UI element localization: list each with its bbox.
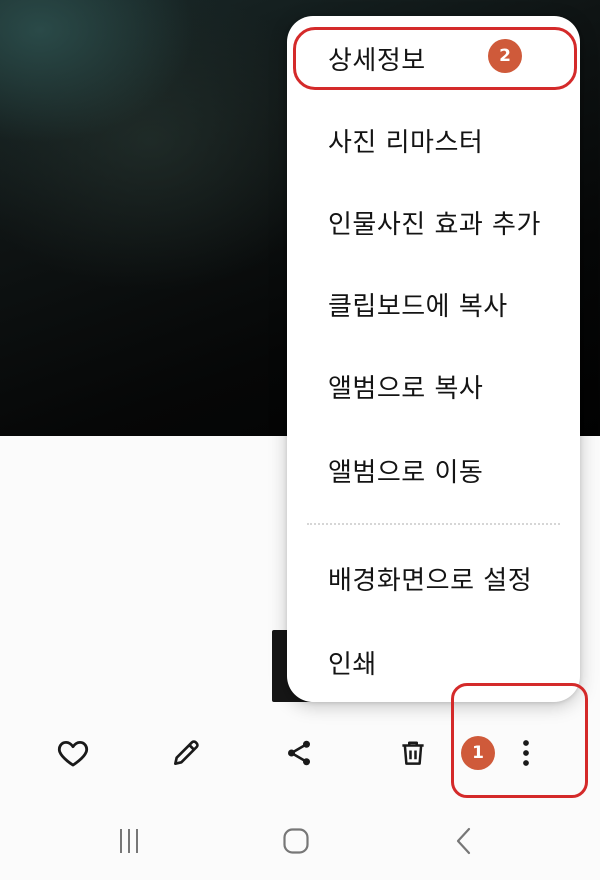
- context-menu: 상세정보 사진 리마스터 인물사진 효과 추가 클립보드에 복사 앨범으로 복사…: [287, 16, 580, 702]
- menu-item-portrait-effect[interactable]: 인물사진 효과 추가: [287, 192, 580, 252]
- menu-item-remaster[interactable]: 사진 리마스터: [287, 110, 580, 170]
- share-icon[interactable]: [275, 729, 323, 777]
- menu-divider: [307, 523, 560, 525]
- recents-icon[interactable]: [104, 819, 154, 863]
- heart-icon[interactable]: [49, 729, 97, 777]
- highlight-details: [293, 27, 577, 90]
- menu-item-copy-clipboard[interactable]: 클립보드에 복사: [287, 274, 580, 334]
- home-icon[interactable]: [271, 819, 321, 863]
- back-icon[interactable]: [440, 819, 490, 863]
- pencil-icon[interactable]: [162, 729, 210, 777]
- menu-item-copy-album[interactable]: 앨범으로 복사: [287, 356, 580, 416]
- step-badge-1: 1: [461, 736, 495, 770]
- step-badge-2: 2: [488, 39, 522, 73]
- menu-item-move-album[interactable]: 앨범으로 이동: [287, 440, 580, 500]
- more-vertical-icon[interactable]: [502, 729, 550, 777]
- menu-item-set-wallpaper[interactable]: 배경화면으로 설정: [287, 548, 580, 608]
- trash-icon[interactable]: [389, 729, 437, 777]
